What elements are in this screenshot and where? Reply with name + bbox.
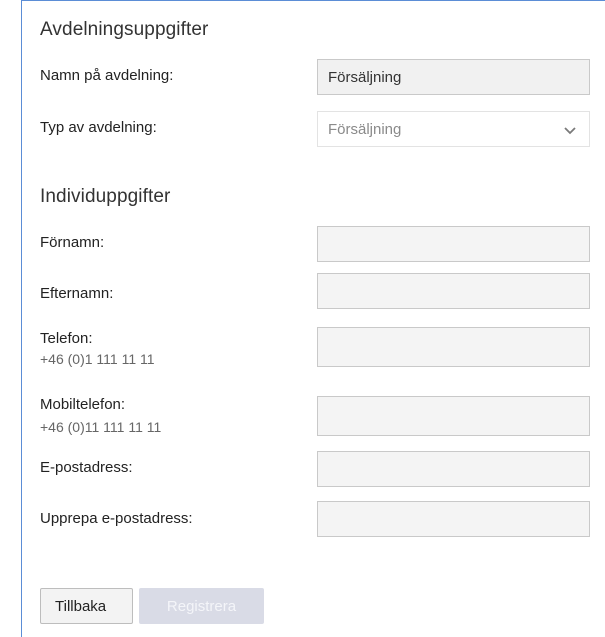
last-name-input[interactable] — [317, 273, 590, 309]
last-name-label: Efternamn: — [40, 285, 114, 302]
mobile-input[interactable] — [317, 396, 590, 436]
phone-input[interactable] — [317, 327, 590, 367]
department-name-field[interactable]: Försäljning — [317, 59, 590, 95]
individual-section-title: Individuppgifter — [40, 186, 171, 207]
email-repeat-label: Upprepa e-postadress: — [40, 510, 193, 527]
department-type-select[interactable]: Försäljning — [317, 111, 590, 147]
department-type-label: Typ av avdelning: — [40, 119, 157, 136]
department-section-title: Avdelningsuppgifter — [40, 19, 209, 40]
email-repeat-input[interactable] — [317, 501, 590, 537]
phone-hint: +46 (0)1 111 11 11 — [40, 351, 155, 367]
registration-form-panel: Avdelningsuppgifter Namn på avdelning: F… — [21, 0, 605, 637]
mobile-hint: +46 (0)11 111 11 11 — [40, 419, 162, 435]
register-button[interactable]: Registrera — [139, 588, 264, 624]
email-input[interactable] — [317, 451, 590, 487]
mobile-label: Mobiltelefon: — [40, 396, 126, 413]
email-label: E-postadress: — [40, 459, 133, 476]
department-name-value: Försäljning — [328, 69, 402, 86]
phone-label: Telefon: — [40, 330, 93, 347]
back-button[interactable]: Tillbaka — [40, 588, 133, 624]
first-name-input[interactable] — [317, 226, 590, 262]
chevron-down-icon — [564, 127, 576, 135]
department-type-value: Försäljning — [328, 121, 402, 138]
department-name-label: Namn på avdelning: — [40, 67, 174, 84]
first-name-label: Förnamn: — [40, 234, 105, 251]
